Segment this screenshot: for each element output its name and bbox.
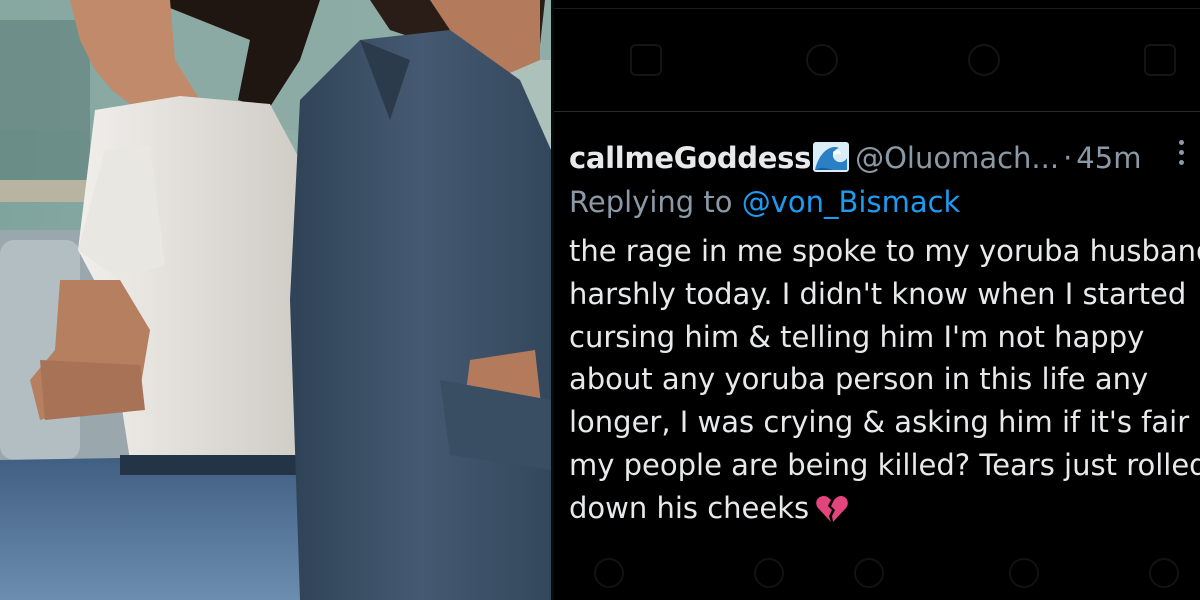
tweet-body: the rage in me spoke to my yoruba husban… bbox=[569, 230, 1200, 536]
tweet-body-line: cursing him & telling him I'm not happy bbox=[569, 319, 1145, 354]
tweet-body-line: down his cheeks bbox=[569, 490, 810, 525]
replying-to-line: Replying to @von_Bismack bbox=[569, 182, 960, 222]
tweet-body-line: longer, I was crying & asking him if it'… bbox=[569, 405, 1190, 440]
top-separator bbox=[554, 8, 1200, 9]
couple-photo bbox=[0, 0, 551, 600]
tweet-actions-faded bbox=[554, 552, 1200, 592]
tweet-header: callmeGoddess @Oluomach... · 45m bbox=[569, 138, 1141, 178]
reply-mention-link[interactable]: @von_Bismack bbox=[742, 185, 961, 219]
retweet-icon[interactable] bbox=[754, 558, 784, 588]
tweet-body-line: the rage in me spoke to my yoruba husban… bbox=[569, 234, 1200, 268]
reply-prefix: Replying to bbox=[569, 185, 733, 219]
reply-icon[interactable] bbox=[594, 558, 624, 588]
tweet-body-line: about any yoruba person in this life any bbox=[569, 362, 1149, 397]
like-icon[interactable] bbox=[854, 558, 884, 588]
tweet-timestamp[interactable]: 45m bbox=[1076, 141, 1141, 175]
faded-like-icon bbox=[968, 44, 1000, 76]
faded-retweet-icon bbox=[806, 44, 838, 76]
water-wave-icon bbox=[813, 142, 850, 182]
more-options-icon[interactable] bbox=[1176, 140, 1186, 170]
tweet-body-last-line: down his cheeks bbox=[569, 487, 1199, 536]
couple-photo-illustration bbox=[0, 0, 551, 600]
previous-tweet-actions-faded bbox=[554, 40, 1200, 80]
tweet-body-line: my people are being killed? Tears just r… bbox=[569, 447, 1200, 482]
tweet-panel: callmeGoddess @Oluomach... · 45m Replying … bbox=[554, 0, 1200, 600]
faded-share-icon bbox=[1144, 44, 1176, 76]
broken-heart-icon bbox=[815, 493, 849, 536]
display-name[interactable]: callmeGoddess bbox=[569, 141, 811, 175]
meta-separator: · bbox=[1063, 141, 1073, 175]
share-icon[interactable] bbox=[1149, 558, 1179, 588]
views-icon[interactable] bbox=[1009, 558, 1039, 588]
user-handle[interactable]: @Oluomach... bbox=[855, 141, 1059, 175]
faded-reply-icon bbox=[630, 44, 662, 76]
tweet-separator bbox=[554, 111, 1200, 112]
tweet-body-line: harshly today. I didn't know when I star… bbox=[569, 276, 1187, 311]
